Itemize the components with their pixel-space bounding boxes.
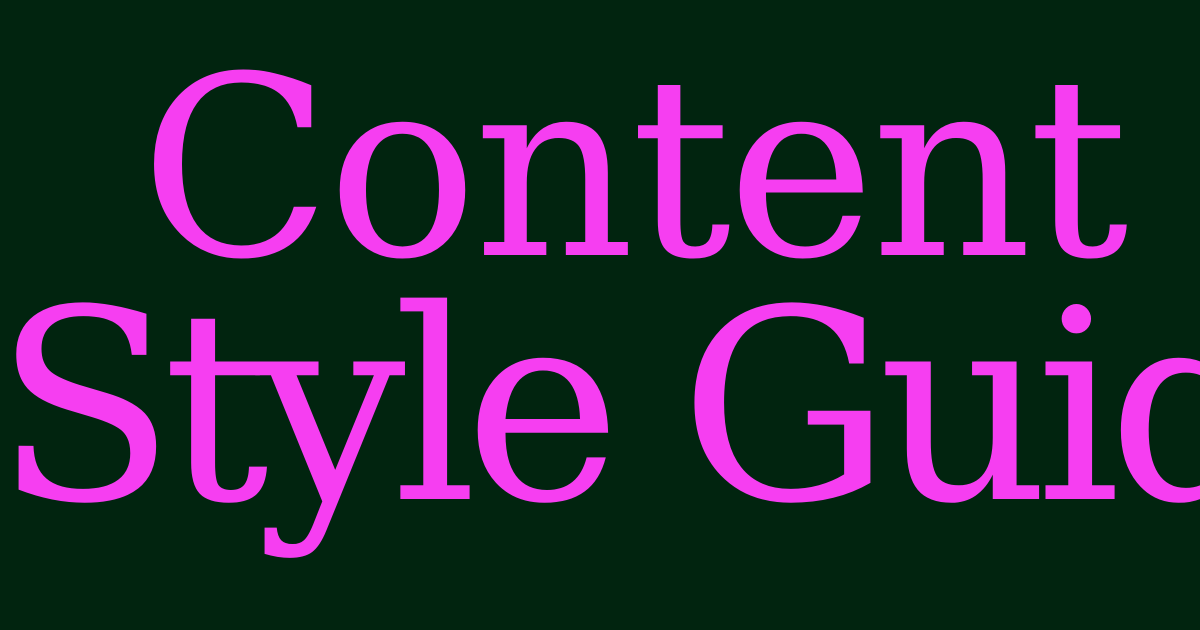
- banner-canvas: Content Style Guide: [0, 0, 1200, 630]
- title-line-style-guide: Style Guide: [0, 254, 1200, 562]
